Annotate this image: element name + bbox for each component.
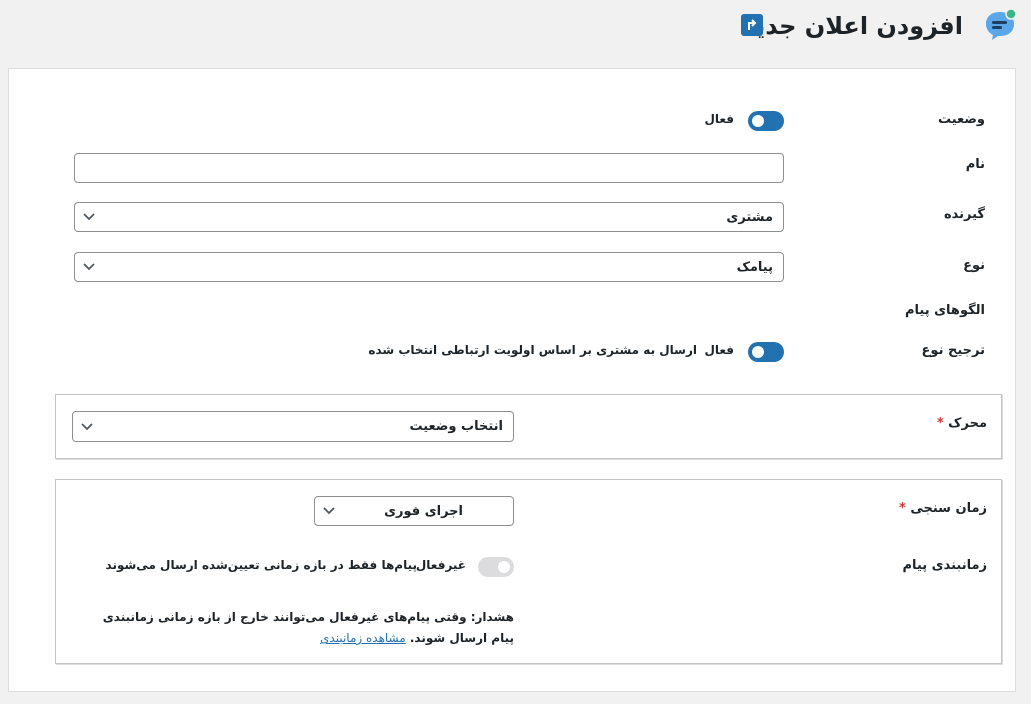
timing-select[interactable]: اجرای فوری (314, 496, 514, 526)
chevron-down-icon (81, 422, 93, 430)
page-header: افزودن اعلان جدید (0, 0, 1031, 60)
type-label: نوع (963, 258, 985, 273)
type-preference-label: ترجیح نوع (921, 343, 985, 358)
type-select[interactable]: پیامک (74, 252, 784, 282)
chat-bubble-icon (983, 8, 1017, 42)
scheduling-label: زمانبندی پیام (902, 558, 987, 573)
required-mark: * (899, 501, 906, 516)
type-preference-toggle[interactable] (748, 342, 784, 362)
recipient-select-value: مشتری (726, 209, 773, 225)
trigger-label: محرک * (936, 416, 987, 431)
name-label: نام (965, 157, 985, 172)
scheduling-toggle-text: غیرفعال (415, 558, 466, 572)
notification-form-card: وضعیت فعال نام گیرنده مشتری نوع پیامک ال… (8, 68, 1016, 692)
status-label: وضعیت (937, 112, 985, 127)
return-arrow-icon[interactable] (741, 14, 763, 36)
type-preference-toggle-text: فعال (704, 343, 734, 357)
trigger-select-value: انتخاب وضعیت (409, 419, 503, 434)
type-preference-description: ارسال به مشتری بر اساس اولویت ارتباطی ان… (368, 343, 697, 357)
scheduling-description: پیام‌ها فقط در بازه زمانی تعیین‌شده ارسا… (105, 558, 417, 572)
timing-label: زمان سنجی * (899, 501, 987, 516)
name-input[interactable] (74, 153, 784, 183)
view-schedule-link[interactable]: مشاهده زمانبندی (320, 631, 406, 645)
type-select-value: پیامک (736, 259, 773, 275)
chevron-down-icon (83, 213, 95, 221)
required-mark: * (936, 416, 944, 431)
scheduling-warning: هشدار: وقتی پیام‌های غیرفعال می‌توانند خ… (84, 607, 514, 649)
page-title: افزودن اعلان جدید (742, 12, 963, 40)
trigger-panel: محرک * انتخاب وضعیت (55, 394, 1002, 459)
chevron-down-icon (323, 507, 335, 515)
chevron-down-icon (83, 263, 95, 271)
recipient-select[interactable]: مشتری (74, 202, 784, 232)
status-toggle-text: فعال (704, 112, 734, 126)
timing-panel: زمان سنجی * اجرای فوری زمانبندی پیام غیر… (55, 479, 1002, 664)
status-toggle[interactable] (748, 111, 784, 131)
trigger-select[interactable]: انتخاب وضعیت (72, 411, 514, 442)
timing-select-value: اجرای فوری (384, 503, 463, 519)
scheduling-toggle[interactable] (478, 557, 514, 577)
message-templates-label: الگوهای پیام (905, 303, 985, 318)
warning-text: هشدار: وقتی پیام‌های غیرفعال می‌توانند خ… (102, 610, 514, 645)
recipient-label: گیرنده (943, 207, 985, 222)
